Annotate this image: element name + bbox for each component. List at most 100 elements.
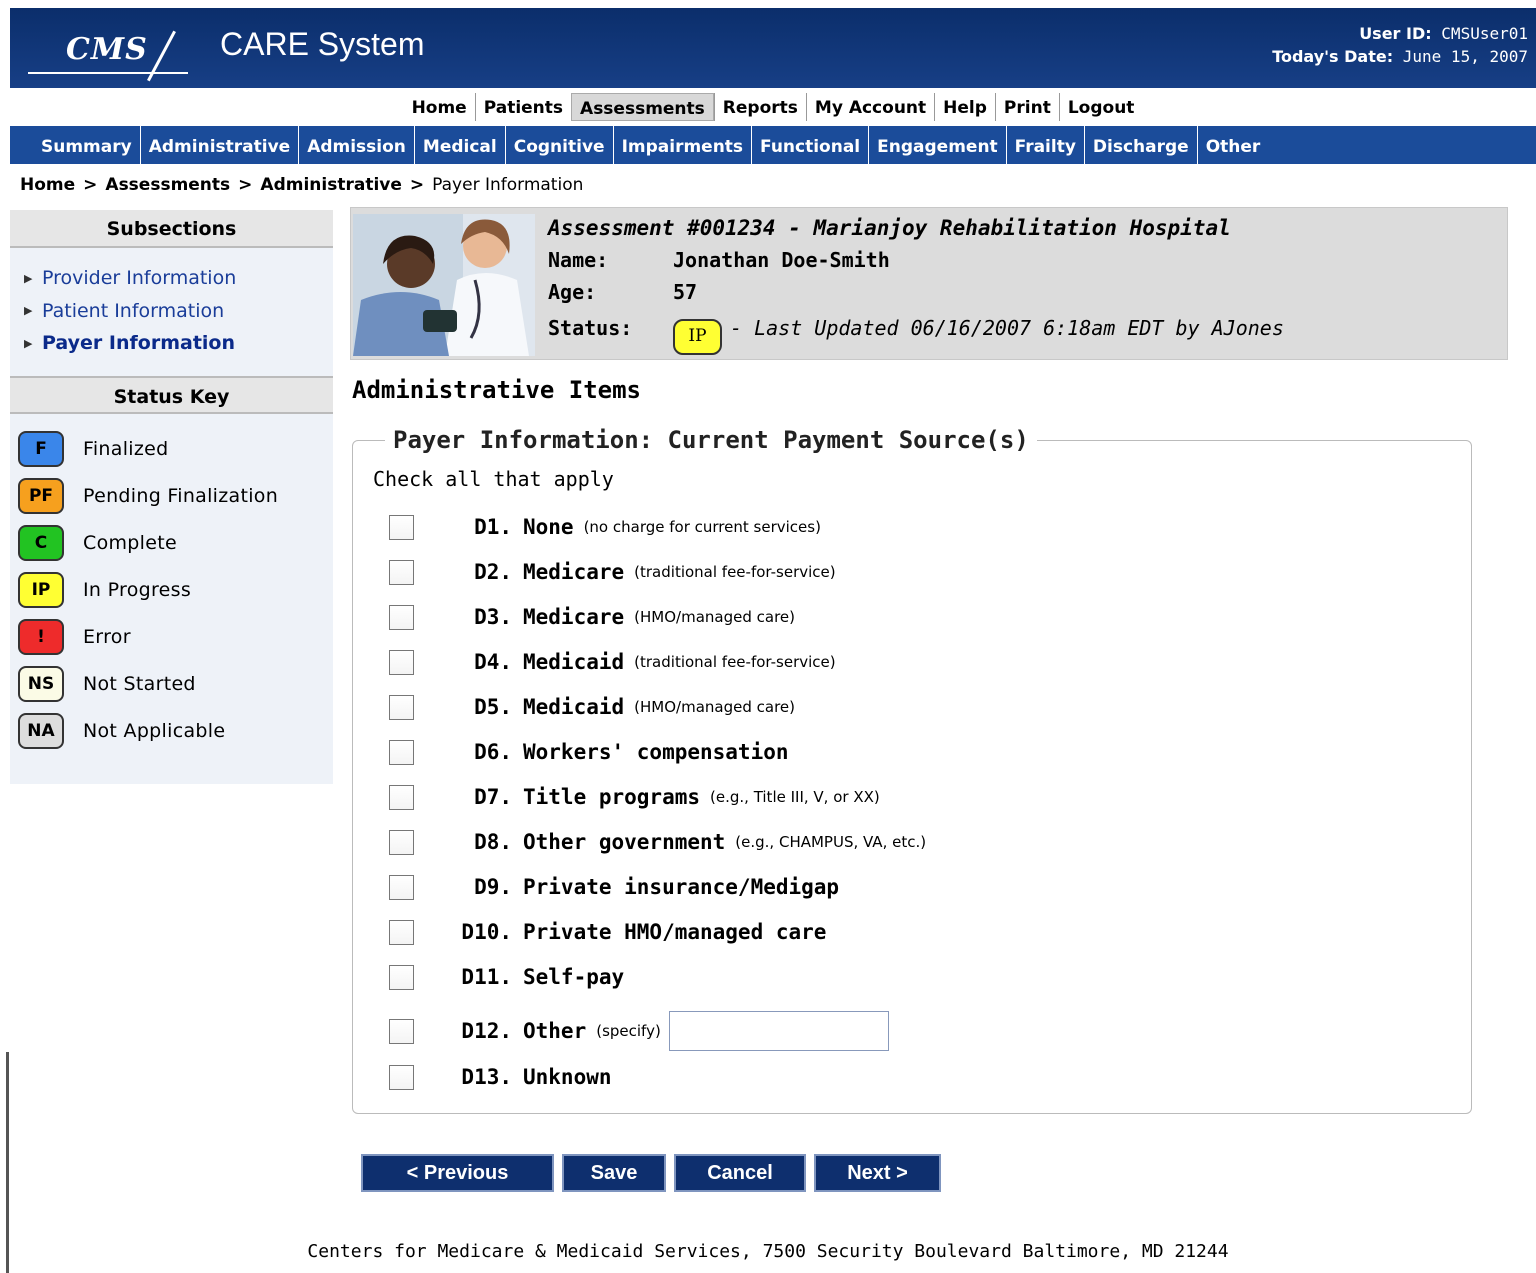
name-label: Name:: [548, 248, 609, 272]
section-tab-functional[interactable]: Functional: [751, 126, 868, 164]
status-key-error: ! Error: [18, 614, 333, 661]
previous-button[interactable]: < Previous: [361, 1154, 554, 1192]
breadcrumb-administrative[interactable]: Administrative: [260, 175, 401, 195]
checkbox-d6[interactable]: [389, 739, 414, 765]
item-label: Workers' compensation: [523, 740, 789, 764]
status-badge-error: !: [18, 619, 64, 655]
checkbox-d4[interactable]: [389, 649, 414, 675]
payer-option-d4: D4. Medicaid (traditional fee-for-service): [389, 647, 836, 677]
item-note: (specify): [596, 1022, 661, 1040]
nav-home[interactable]: Home: [404, 93, 475, 121]
section-tab-discharge[interactable]: Discharge: [1083, 126, 1197, 164]
item-note: (HMO/managed care): [634, 698, 795, 716]
status-key-list: F Finalized PF Pending Finalization C Compl…: [10, 414, 333, 755]
logo-text: CMS: [66, 32, 148, 67]
item-note: (traditional fee-for-service): [634, 653, 836, 671]
nav-reports[interactable]: Reports: [713, 93, 806, 121]
breadcrumb-assessments[interactable]: Assessments: [105, 175, 230, 195]
payer-option-d12: D12. Other (specify): [389, 1010, 889, 1052]
instruction-text: Check all that apply: [373, 467, 614, 491]
nav-logout[interactable]: Logout: [1058, 93, 1143, 121]
nav-my-account[interactable]: My Account: [805, 93, 934, 121]
payer-option-d10: D10. Private HMO/managed care: [389, 917, 836, 947]
checkbox-d11[interactable]: [389, 964, 414, 990]
item-code: D2.: [474, 560, 512, 584]
item-label: Unknown: [523, 1065, 612, 1089]
item-label: Self-pay: [523, 965, 625, 989]
section-nav: Summary Administrative Admission Medical Cog…: [10, 126, 1536, 164]
payer-option-d9: D9. Private insurance/Medigap: [389, 872, 849, 902]
item-code: D6.: [474, 740, 512, 764]
section-tab-frailty[interactable]: Frailty: [1005, 126, 1084, 164]
checkbox-d12[interactable]: [389, 1018, 414, 1044]
status-key-not-applicable: NA Not Applicable: [18, 708, 333, 755]
section-tab-impairments[interactable]: Impairments: [612, 126, 751, 164]
section-tab-other[interactable]: Other: [1196, 126, 1269, 164]
patient-name-row: Name: Jonathan Doe-Smith: [548, 248, 890, 272]
item-note: (e.g., CHAMPUS, VA, etc.): [735, 833, 927, 851]
subsection-payer-information[interactable]: ▶ Payer Information: [24, 327, 333, 360]
status-key-not-started: NS Not Started: [18, 661, 333, 708]
save-button[interactable]: Save: [562, 1154, 666, 1192]
item-label: Medicaid: [523, 650, 625, 674]
section-tab-cognitive[interactable]: Cognitive: [504, 126, 613, 164]
subsection-patient-information[interactable]: ▶ Patient Information: [24, 295, 333, 328]
checkbox-d3[interactable]: [389, 604, 414, 630]
status-badge-in-progress: IP: [18, 572, 64, 608]
section-tab-medical[interactable]: Medical: [413, 126, 505, 164]
subsection-provider-information[interactable]: ▶ Provider Information: [24, 262, 333, 295]
item-label: Private insurance/Medigap: [523, 875, 840, 899]
date-label: Today's Date:: [1272, 47, 1394, 66]
item-label: Medicare: [523, 605, 625, 629]
nav-assessments[interactable]: Assessments: [571, 93, 714, 121]
page-title: Administrative Items: [352, 376, 641, 404]
section-tab-admission[interactable]: Admission: [298, 126, 414, 164]
status-key-label: Not Applicable: [83, 720, 226, 742]
status-badge-not-applicable: NA: [18, 713, 64, 749]
checkbox-d13[interactable]: [389, 1064, 414, 1090]
other-specify-input[interactable]: [668, 1011, 889, 1051]
checkbox-d1[interactable]: [389, 514, 414, 540]
patient-age-row: Age: 57: [548, 280, 697, 304]
todays-date: June 15, 2007: [1402, 47, 1528, 66]
checkbox-d2[interactable]: [389, 559, 414, 585]
checkbox-d9[interactable]: [389, 874, 414, 900]
checkbox-d8[interactable]: [389, 829, 414, 855]
item-code: D13.: [461, 1065, 512, 1089]
item-note: (traditional fee-for-service): [634, 563, 836, 581]
breadcrumb: Home > Assessments > Administrative > Payer In…: [20, 175, 583, 195]
triangle-right-icon: ▶: [24, 304, 33, 317]
breadcrumb-separator: >: [238, 175, 253, 195]
patient-photo: [353, 214, 535, 356]
next-button[interactable]: Next >: [814, 1154, 941, 1192]
section-tab-engagement[interactable]: Engagement: [868, 126, 1006, 164]
patient-name: Jonathan Doe-Smith: [673, 248, 890, 272]
nav-patients[interactable]: Patients: [474, 93, 571, 121]
checkbox-d7[interactable]: [389, 784, 414, 810]
section-tab-summary[interactable]: Summary: [33, 126, 140, 164]
status-key-heading: Status Key: [10, 375, 333, 414]
nav-help[interactable]: Help: [934, 93, 995, 121]
payer-option-d8: D8. Other government (e.g., CHAMPUS, VA, e…: [389, 827, 926, 857]
payer-option-d11: D11. Self-pay: [389, 962, 634, 992]
sidebar: Subsections ▶ Provider Information ▶ Patie…: [10, 210, 333, 784]
cancel-button[interactable]: Cancel: [674, 1154, 806, 1192]
checkbox-d10[interactable]: [389, 919, 414, 945]
subsection-list: ▶ Provider Information ▶ Patient Informati…: [10, 248, 333, 376]
breadcrumb-home[interactable]: Home: [20, 175, 75, 195]
payer-option-d3: D3. Medicare (HMO/managed care): [389, 602, 795, 632]
payer-option-d2: D2. Medicare (traditional fee-for-service): [389, 557, 836, 587]
status-key-complete: C Complete: [18, 520, 333, 567]
status-key-label: Finalized: [83, 438, 169, 460]
cms-logo[interactable]: CMS: [28, 22, 188, 82]
checkbox-d5[interactable]: [389, 694, 414, 720]
payer-option-d7: D7. Title programs (e.g., Title III, V, or…: [389, 782, 880, 812]
triangle-right-icon: ▶: [24, 336, 33, 350]
status-key-label: Pending Finalization: [83, 485, 279, 507]
status-badge-not-started: NS: [18, 666, 64, 702]
item-code: D7.: [474, 785, 512, 809]
status-badge: IP: [673, 319, 722, 355]
status-badge-pending: PF: [18, 478, 64, 514]
nav-print[interactable]: Print: [994, 93, 1059, 121]
section-tab-administrative[interactable]: Administrative: [139, 126, 298, 164]
